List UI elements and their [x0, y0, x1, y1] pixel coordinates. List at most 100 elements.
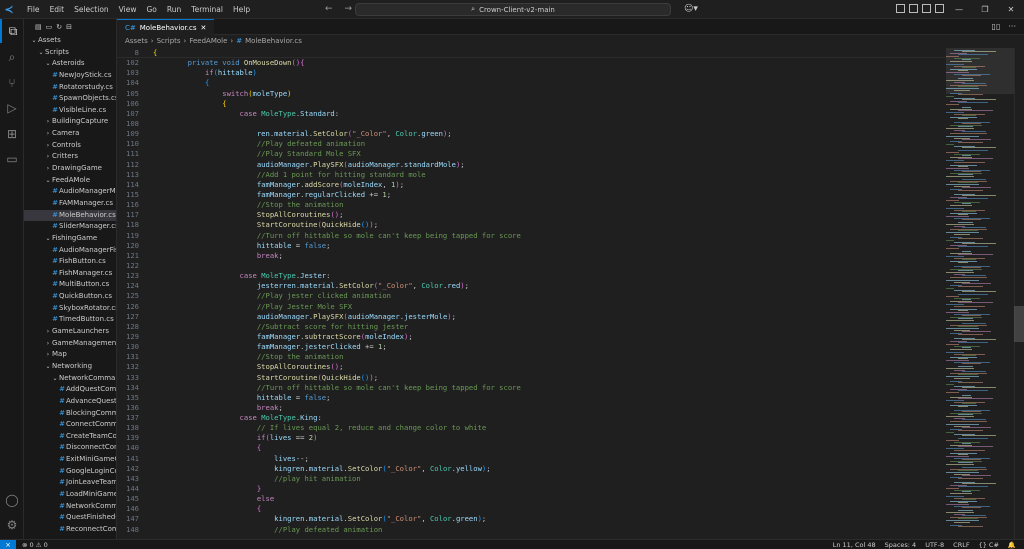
back-arrow-icon[interactable]: ← — [325, 0, 333, 19]
tree-file-item[interactable]: #MoleBehavior.cs — [24, 209, 116, 222]
search-view-icon[interactable]: ⌕ — [0, 45, 24, 69]
tree-folder-item[interactable]: › DrawingGame — [24, 163, 116, 175]
tree-file-item[interactable]: #ReconnectCom... — [24, 524, 116, 536]
tree-item-label: SliderManager.cs — [59, 222, 116, 231]
menu-help[interactable]: Help — [228, 0, 255, 19]
tab-close-icon[interactable]: ✕ — [201, 24, 207, 32]
tree-file-item[interactable]: #QuickButton.cs — [24, 291, 116, 303]
cursor-position[interactable]: Ln 11, Col 48 — [833, 540, 876, 549]
source-control-icon[interactable]: ⑂ — [0, 71, 24, 95]
accounts-icon[interactable]: ◯ — [0, 488, 24, 512]
tree-file-item[interactable]: #QuestFinishedC... — [24, 512, 116, 524]
split-editor-icon[interactable]: ▯▯ — [992, 22, 1001, 31]
language-mode[interactable]: {} C# — [979, 540, 999, 549]
refresh-icon[interactable]: ↻ — [56, 23, 62, 31]
code-editor[interactable]: 8{102 private void OnMouseDown(){103 if(… — [117, 48, 947, 539]
tree-folder-item[interactable]: › Controls — [24, 140, 116, 152]
tree-file-item[interactable]: #GoogleLoginCo... — [24, 466, 116, 478]
line-source: //Turn off hittable so mole can't keep b… — [153, 231, 521, 241]
menu-terminal[interactable]: Terminal — [186, 0, 228, 19]
tree-file-item[interactable]: #SpawnObjects.cs — [24, 93, 116, 105]
tree-file-item[interactable]: #VisibleLine.cs — [24, 105, 116, 117]
tree-folder-item[interactable]: ⌄FishingGame — [24, 233, 116, 245]
scrollbar-thumb[interactable] — [1014, 306, 1024, 342]
tree-file-item[interactable]: #FAMManager.cs — [24, 198, 116, 210]
tree-file-item[interactable]: #DisconnectCom... — [24, 442, 116, 454]
tree-file-item[interactable]: #FishManager.cs — [24, 268, 116, 280]
breadcrumb-item[interactable]: Scripts — [157, 35, 181, 47]
breadcrumb-item[interactable]: Assets — [125, 35, 148, 47]
tree-file-item[interactable]: #MultiButton.cs — [24, 279, 116, 291]
tree-file-item[interactable]: #AudioManagerM... — [24, 186, 116, 198]
extensions-icon[interactable]: ⊞ — [0, 122, 24, 146]
notifications-bell-icon[interactable]: 🔔 — [1008, 540, 1016, 549]
new-file-icon[interactable]: ▤ — [35, 23, 42, 31]
menu-file[interactable]: File — [22, 0, 45, 19]
tree-folder-item[interactable]: › GameManagement — [24, 338, 116, 350]
line-source: if(lives == 2) — [153, 433, 318, 443]
breadcrumb-item[interactable]: MoleBehavior.cs — [245, 35, 302, 47]
encoding[interactable]: UTF-8 — [925, 540, 944, 549]
end-of-line[interactable]: CRLF — [953, 540, 969, 549]
tree-file-item[interactable]: #ConnectComma... — [24, 419, 116, 431]
tree-file-item[interactable]: #AdvanceQuestC... — [24, 396, 116, 408]
tree-folder-item[interactable]: ⌄Scripts — [24, 47, 116, 59]
manage-gear-icon[interactable]: ⚙ — [0, 513, 24, 537]
tree-folder-item[interactable]: › Critters — [24, 151, 116, 163]
remote-indicator-icon[interactable]: ⨯ — [0, 540, 16, 549]
minimap-line — [958, 334, 983, 336]
command-center-search[interactable]: ⌕ Crown-Client-v2-main — [355, 3, 671, 16]
menu-selection[interactable]: Selection — [69, 0, 114, 19]
tree-folder-item[interactable]: › GameLaunchers — [24, 326, 116, 338]
tree-file-item[interactable]: #AddQuestCom... — [24, 384, 116, 396]
tree-folder-item[interactable]: › BuildingCapture — [24, 116, 116, 128]
menu-run[interactable]: Run — [162, 0, 186, 19]
remote-explorer-icon[interactable]: ▭ — [0, 147, 24, 171]
more-actions-icon[interactable]: ··· — [1008, 22, 1016, 31]
copilot-icon[interactable]: ☺▾ — [684, 0, 698, 19]
tree-folder-item[interactable]: › Map — [24, 349, 116, 361]
problems-count[interactable]: ⊗ 0 ⚠ 0 — [22, 540, 48, 549]
tree-file-item[interactable]: #AudioManagerFis... — [24, 245, 116, 257]
tree-folder-item[interactable]: ⌄NetworkComman... — [24, 373, 116, 385]
tree-file-item[interactable]: #LoadMiniGame... — [24, 489, 116, 501]
breadcrumb-item[interactable]: FeedAMole — [189, 35, 227, 47]
tab-molebehavior[interactable]: C# MoleBehavior.cs ✕ — [117, 19, 215, 35]
tree-folder-item[interactable]: ⌄Assets — [24, 35, 116, 47]
tree-folder-item[interactable]: ⌄Networking — [24, 361, 116, 373]
explorer-icon[interactable]: ⧉ — [0, 19, 24, 43]
collapse-all-icon[interactable]: ⊟ — [66, 23, 72, 31]
menu-edit[interactable]: Edit — [45, 0, 70, 19]
tree-file-item[interactable]: #NewJoyStick.cs — [24, 70, 116, 82]
tree-file-item[interactable]: #JoinLeaveTeam... — [24, 477, 116, 489]
tree-file-item[interactable]: #TimedButton.cs — [24, 314, 116, 326]
tree-file-item[interactable]: #SkyboxRotator.cs — [24, 303, 116, 315]
vertical-scrollbar[interactable] — [1014, 48, 1024, 539]
forward-arrow-icon[interactable]: → — [345, 0, 353, 19]
tree-folder-item[interactable]: ⌄FeedAMole — [24, 175, 116, 187]
run-debug-icon[interactable]: ▷ — [0, 96, 24, 120]
toggle-panel-icon[interactable] — [909, 4, 918, 13]
customize-layout-icon[interactable] — [935, 4, 944, 13]
close-icon[interactable]: ✕ — [998, 0, 1024, 19]
minimap[interactable] — [946, 48, 1014, 539]
tree-file-item[interactable]: #NetworkComm... — [24, 501, 116, 513]
tree-file-item[interactable]: #CreateTeamCo... — [24, 431, 116, 443]
tree-file-item[interactable]: #FishButton.cs — [24, 256, 116, 268]
minimize-icon[interactable]: — — [946, 0, 972, 19]
toggle-sidebar-icon[interactable] — [896, 4, 905, 13]
menu-view[interactable]: View — [114, 0, 142, 19]
restore-icon[interactable]: ❐ — [972, 0, 998, 19]
tree-file-item[interactable]: #Rotatorstudy.cs — [24, 82, 116, 94]
tree-file-item[interactable]: #BlockingComm... — [24, 408, 116, 420]
tree-file-item[interactable]: #SliderManager.cs — [24, 221, 116, 233]
menu-go[interactable]: Go — [141, 0, 161, 19]
indentation[interactable]: Spaces: 4 — [885, 540, 917, 549]
tree-file-item[interactable]: #ExitMiniGameC... — [24, 454, 116, 466]
tree-folder-item[interactable]: ⌄Asteroids — [24, 58, 116, 70]
tree-folder-item[interactable]: › Camera — [24, 128, 116, 140]
toggle-secondary-sidebar-icon[interactable] — [922, 4, 931, 13]
new-folder-icon[interactable]: ▭ — [46, 23, 53, 31]
